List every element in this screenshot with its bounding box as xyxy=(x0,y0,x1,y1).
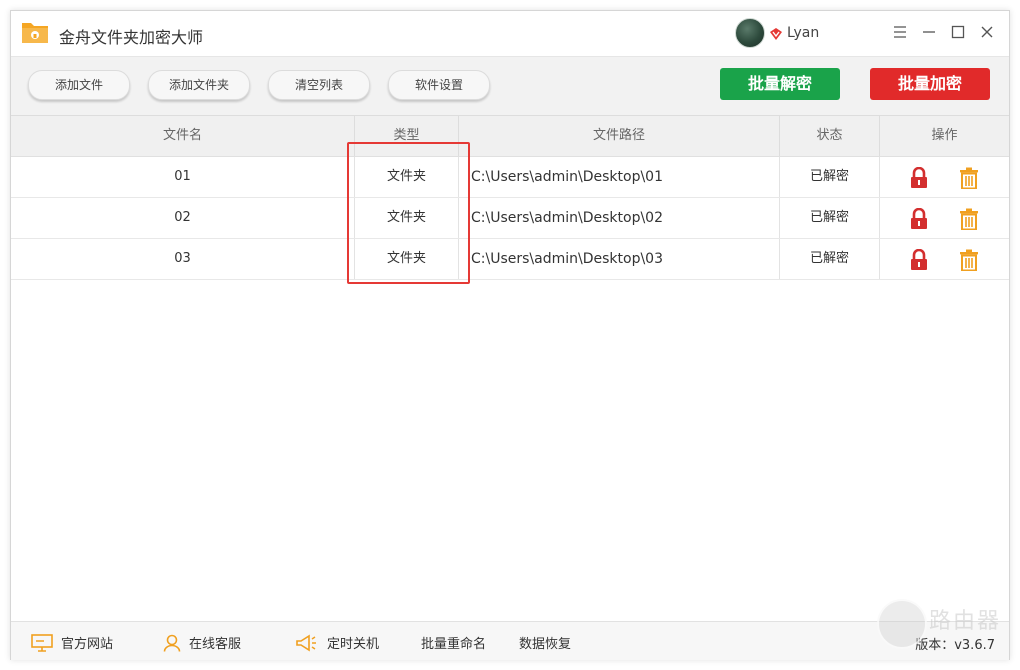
header-status[interactable]: 状态 xyxy=(780,116,880,156)
header-type[interactable]: 类型 xyxy=(355,116,459,156)
add-file-button[interactable]: 添加文件 xyxy=(28,70,130,100)
app-window: 金舟文件夹加密大师 Lyan 添加文件 添加文件夹 清空列表 软件设置 批量解密… xyxy=(10,10,1010,660)
header-path[interactable]: 文件路径 xyxy=(459,116,780,156)
scheduled-shutdown-link[interactable]: 定时关机 xyxy=(295,633,379,652)
header-ops: 操作 xyxy=(931,128,958,143)
batch-decrypt-button[interactable]: 批量解密 xyxy=(720,68,840,100)
lock-icon[interactable] xyxy=(909,208,929,230)
row-status: 已解密 xyxy=(780,198,880,238)
batch-rename-label: 批量重命名 xyxy=(421,637,487,652)
table-row[interactable]: 02 文件夹 C:\Users\admin\Desktop\02 已解密 xyxy=(11,198,1009,239)
row-status: 已解密 xyxy=(780,157,880,197)
vip-badge-icon xyxy=(770,28,782,40)
scheduled-shutdown-label: 定时关机 xyxy=(327,637,380,652)
row-type: 文件夹 xyxy=(355,198,459,238)
support-person-icon xyxy=(163,634,181,652)
table-row[interactable]: 03 文件夹 C:\Users\admin\Desktop\03 已解密 xyxy=(11,239,1009,280)
monitor-icon xyxy=(31,633,53,652)
trash-icon[interactable] xyxy=(959,249,979,271)
table-header: 文件名 类型 文件路径 状态 操作 xyxy=(11,116,1009,157)
row-name: 01 xyxy=(11,157,355,197)
version-label: 版本：v3.6.7 xyxy=(915,638,995,653)
toolbar: 添加文件 添加文件夹 清空列表 软件设置 批量解密 批量加密 xyxy=(11,57,1009,116)
maximize-icon[interactable] xyxy=(949,23,967,41)
official-website-label: 官方网站 xyxy=(61,637,114,652)
table-row[interactable]: 01 文件夹 C:\Users\admin\Desktop\01 已解密 xyxy=(11,157,1009,198)
online-support-link[interactable]: 在线客服 xyxy=(163,633,241,652)
trash-icon[interactable] xyxy=(959,208,979,230)
settings-button[interactable]: 软件设置 xyxy=(388,70,490,100)
lock-icon[interactable] xyxy=(909,249,929,271)
app-title: 金舟文件夹加密大师 xyxy=(59,28,204,47)
close-icon[interactable] xyxy=(978,23,996,41)
row-path: C:\Users\admin\Desktop\02 xyxy=(459,198,780,238)
clear-list-button[interactable]: 清空列表 xyxy=(268,70,370,100)
online-support-label: 在线客服 xyxy=(189,637,242,652)
trash-icon[interactable] xyxy=(959,167,979,189)
data-recovery-link[interactable]: 数据恢复 xyxy=(519,633,571,652)
data-recovery-label: 数据恢复 xyxy=(519,637,572,652)
official-website-link[interactable]: 官方网站 xyxy=(31,633,113,652)
batch-encrypt-button[interactable]: 批量加密 xyxy=(870,68,990,100)
user-avatar[interactable] xyxy=(735,18,765,48)
row-type: 文件夹 xyxy=(355,239,459,279)
megaphone-icon xyxy=(296,634,316,651)
row-name: 03 xyxy=(11,239,355,279)
minimize-icon[interactable] xyxy=(920,23,938,41)
folder-lock-app-icon xyxy=(22,23,48,43)
batch-rename-link[interactable]: 批量重命名 xyxy=(421,633,486,652)
title-bar: 金舟文件夹加密大师 Lyan xyxy=(11,11,1009,57)
row-path: C:\Users\admin\Desktop\03 xyxy=(459,239,780,279)
watermark-text: 路由器 xyxy=(929,609,1002,634)
row-name: 02 xyxy=(11,198,355,238)
footer-bar: 官方网站 在线客服 定时关机 批量重命名 数据恢复 版本：v3.6.7 xyxy=(11,621,1009,660)
row-type: 文件夹 xyxy=(355,157,459,197)
lock-icon[interactable] xyxy=(909,167,929,189)
watermark-logo xyxy=(877,599,927,649)
row-status: 已解密 xyxy=(780,239,880,279)
menu-icon[interactable] xyxy=(891,23,909,41)
header-name[interactable]: 文件名 xyxy=(11,116,355,156)
add-folder-button[interactable]: 添加文件夹 xyxy=(148,70,250,100)
row-path: C:\Users\admin\Desktop\01 xyxy=(459,157,780,197)
username[interactable]: Lyan xyxy=(787,25,819,41)
